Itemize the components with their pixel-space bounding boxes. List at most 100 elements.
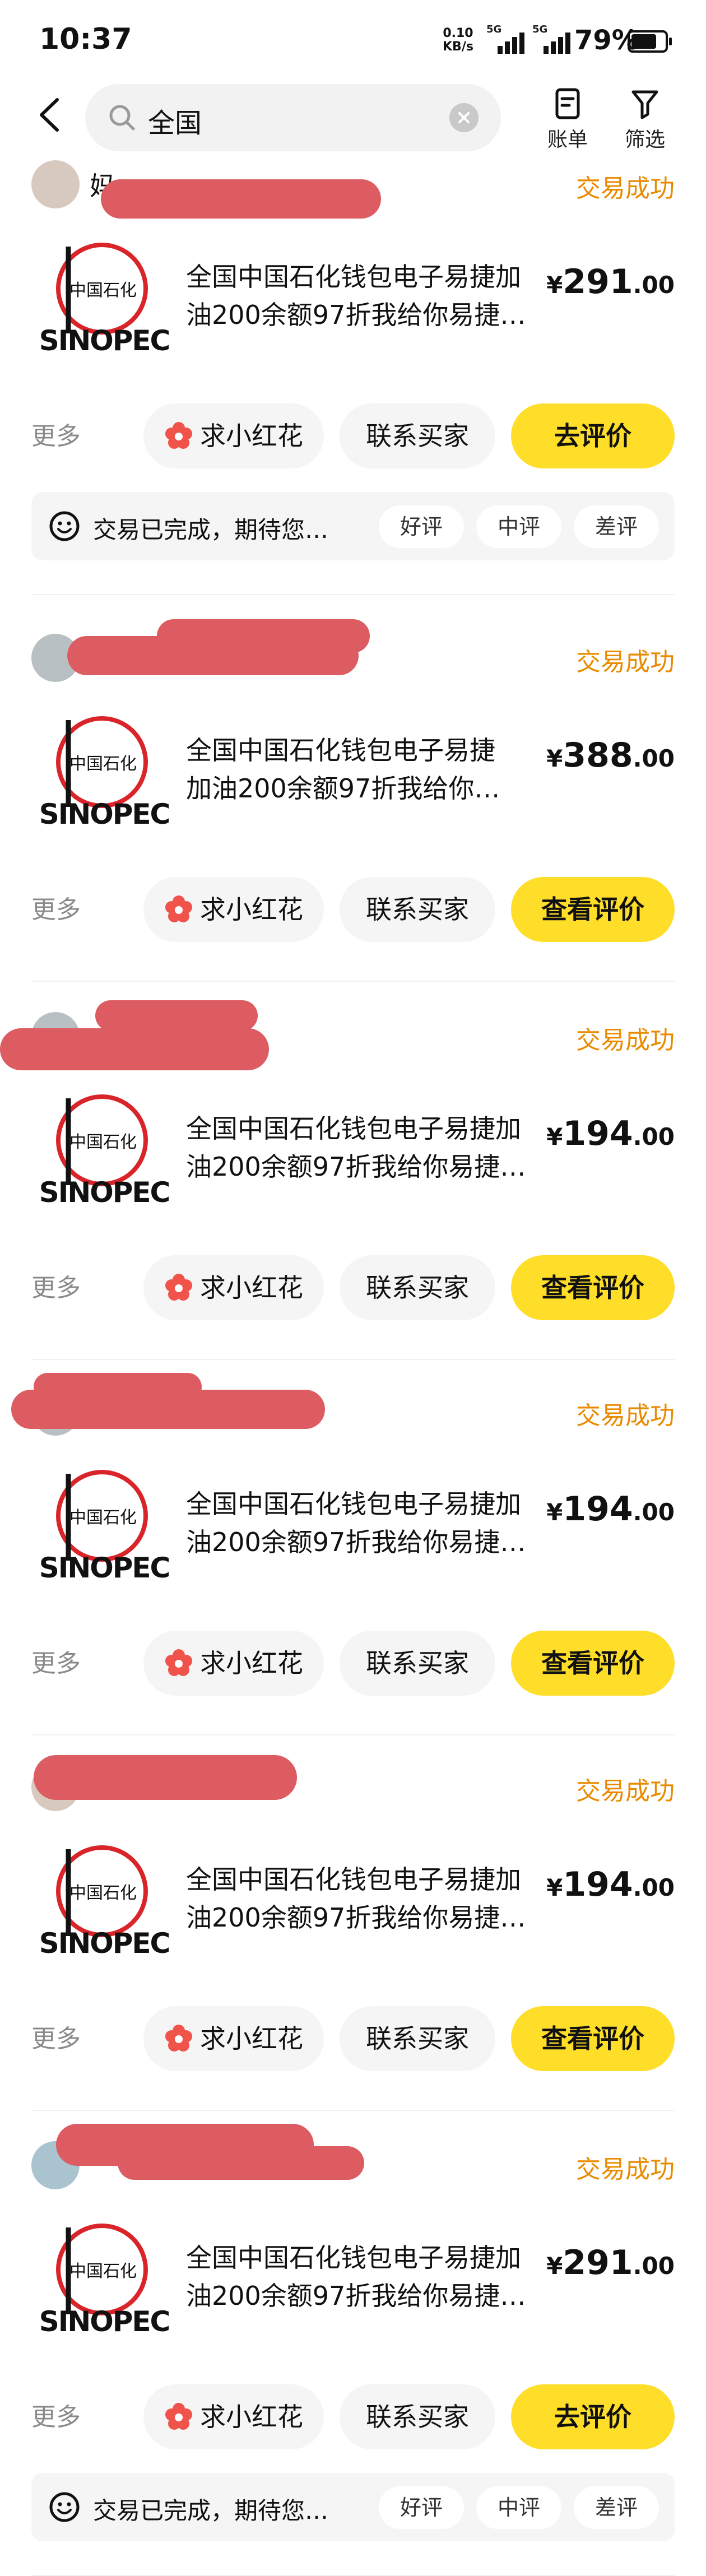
- order-price: ¥388.00: [546, 736, 675, 775]
- clear-icon[interactable]: [449, 103, 479, 132]
- more-button[interactable]: 更多: [31, 2018, 81, 2054]
- top-bar: 全国 账单 筛选: [0, 84, 706, 157]
- contact-buyer-button[interactable]: 联系买家: [340, 1255, 495, 1320]
- ask-flower-label: 求小红花: [200, 1648, 303, 1678]
- flower-icon: [165, 1273, 192, 1301]
- product-title[interactable]: 全国中国石化钱包电子易捷加 油200余额97折我给你易捷…: [186, 258, 545, 334]
- filter-button[interactable]: 筛选: [614, 84, 676, 157]
- ask-flower-label: 求小红花: [200, 1273, 303, 1303]
- svg-text:SINOPEC: SINOPEC: [39, 1927, 169, 1960]
- ask-flower-button[interactable]: 求小红花: [143, 403, 324, 468]
- rate-good-button[interactable]: 好评: [379, 505, 464, 548]
- order-price: ¥194.00: [546, 1865, 675, 1904]
- product-title-line-2: 油200余额97折我给你易捷…: [186, 2281, 526, 2311]
- product-title[interactable]: 全国中国石化钱包电子易捷加 油200余额97折我给你易捷…: [186, 1860, 545, 1937]
- product-thumbnail[interactable]: 中国石化 SINOPEC: [35, 1838, 169, 1972]
- buyer-avatar[interactable]: [31, 160, 80, 208]
- product-thumbnail[interactable]: 中国石化 SINOPEC: [35, 1463, 169, 1597]
- product-title-line-1: 全国中国石化钱包电子易捷加: [186, 1864, 521, 1895]
- contact-buyer-button[interactable]: 联系买家: [340, 403, 495, 468]
- net-speed-value: 0.10: [443, 26, 473, 40]
- product-title[interactable]: 全国中国石化钱包电子易捷加 油200余额97折我给你易捷…: [186, 1110, 545, 1186]
- price-decimal: .00: [633, 271, 675, 299]
- ask-flower-button[interactable]: 求小红花: [143, 877, 324, 942]
- order-status: 交易成功: [576, 2155, 675, 2184]
- redaction-mark: [95, 1000, 258, 1031]
- ask-flower-label: 求小红花: [200, 2023, 303, 2054]
- product-title[interactable]: 全国中国石化钱包电子易捷 加油200余额97折我给你…: [186, 731, 545, 807]
- svg-text:中国石化: 中国石化: [69, 281, 137, 300]
- bill-icon: [555, 88, 580, 119]
- redaction-mark: [101, 179, 381, 219]
- flower-icon: [165, 2024, 192, 2051]
- card-divider: [31, 594, 675, 595]
- review-button[interactable]: 查看评价: [511, 1631, 675, 1696]
- review-button[interactable]: 查看评价: [511, 2006, 675, 2071]
- more-button[interactable]: 更多: [31, 1268, 81, 1303]
- more-button[interactable]: 更多: [31, 889, 81, 925]
- card-divider: [31, 2110, 675, 2111]
- price-decimal: .00: [633, 1874, 675, 1901]
- ask-flower-button[interactable]: 求小红花: [143, 1255, 324, 1320]
- contact-buyer-button[interactable]: 联系买家: [340, 1631, 495, 1696]
- rate-neutral-button[interactable]: 中评: [476, 2486, 561, 2529]
- search-bar[interactable]: 全国: [85, 84, 501, 151]
- ask-flower-button[interactable]: 求小红花: [143, 2384, 324, 2449]
- review-button[interactable]: 去评价: [511, 403, 675, 468]
- net-speed: 0.10 KB/s: [443, 27, 473, 54]
- sinopec-logo: 中国石化 SINOPEC: [35, 2224, 169, 2351]
- rate-bad-button[interactable]: 差评: [574, 2486, 659, 2529]
- smiley-icon: [49, 2492, 80, 2522]
- redaction-mark: [34, 1373, 202, 1401]
- product-thumbnail[interactable]: 中国石化 SINOPEC: [35, 709, 169, 843]
- signal-icon: 5G: [486, 24, 526, 54]
- product-title-line-2: 油200余额97折我给你易捷…: [186, 300, 526, 330]
- ask-flower-label: 求小红花: [200, 421, 303, 451]
- order-status: 交易成功: [576, 648, 675, 676]
- order-status: 交易成功: [576, 1777, 675, 1805]
- rate-neutral-button[interactable]: 中评: [476, 505, 561, 548]
- ask-flower-button[interactable]: 求小红花: [143, 2006, 324, 2071]
- contact-buyer-button[interactable]: 联系买家: [340, 2006, 495, 2071]
- price-decimal: .00: [633, 2252, 675, 2280]
- svg-text:SINOPEC: SINOPEC: [39, 1176, 169, 1209]
- product-thumbnail[interactable]: 中国石化 SINOPEC: [35, 235, 169, 370]
- product-title-line-1: 全国中国石化钱包电子易捷: [186, 735, 495, 765]
- more-button[interactable]: 更多: [31, 416, 81, 452]
- card-divider: [31, 981, 675, 982]
- card-divider: [31, 1734, 675, 1735]
- contact-buyer-button[interactable]: 联系买家: [340, 2384, 495, 2449]
- redaction-mark: [118, 2146, 364, 2180]
- review-button[interactable]: 去评价: [511, 2384, 675, 2449]
- order-status: 交易成功: [576, 174, 675, 203]
- order-status: 交易成功: [576, 1026, 675, 1055]
- price-decimal: .00: [633, 745, 675, 772]
- price-currency: ¥: [546, 271, 563, 299]
- order-price: ¥194.00: [546, 1114, 675, 1153]
- price-integer: 388: [563, 736, 633, 775]
- product-title[interactable]: 全国中国石化钱包电子易捷加 油200余额97折我给你易捷…: [186, 1485, 545, 1561]
- review-button[interactable]: 查看评价: [511, 877, 675, 942]
- product-thumbnail[interactable]: 中国石化 SINOPEC: [35, 1087, 169, 1222]
- bill-button[interactable]: 账单: [537, 84, 598, 157]
- review-button[interactable]: 查看评价: [511, 1255, 675, 1320]
- price-integer: 194: [563, 1865, 633, 1904]
- contact-buyer-button[interactable]: 联系买家: [340, 877, 495, 942]
- flower-icon: [165, 2402, 192, 2430]
- rate-good-button[interactable]: 好评: [379, 2486, 464, 2529]
- rate-bad-button[interactable]: 差评: [574, 505, 659, 548]
- product-title[interactable]: 全国中国石化钱包电子易捷加 油200余额97折我给你易捷…: [186, 2239, 545, 2315]
- ask-flower-button[interactable]: 求小红花: [143, 1631, 324, 1696]
- chevron-left-icon[interactable]: [31, 95, 71, 134]
- svg-text:中国石化: 中国石化: [69, 1883, 137, 1903]
- svg-text:SINOPEC: SINOPEC: [39, 324, 169, 357]
- search-input[interactable]: 全国: [148, 101, 202, 140]
- product-title-line-2: 油200余额97折我给你易捷…: [186, 1902, 526, 1933]
- more-button[interactable]: 更多: [31, 2397, 81, 2433]
- product-thumbnail[interactable]: 中国石化 SINOPEC: [35, 2216, 169, 2351]
- product-title-line-2: 油200余额97折我给你易捷…: [186, 1152, 526, 1182]
- price-integer: 291: [563, 262, 633, 301]
- more-button[interactable]: 更多: [31, 1643, 81, 1679]
- svg-text:中国石化: 中国石化: [69, 2262, 137, 2281]
- svg-text:SINOPEC: SINOPEC: [39, 1552, 169, 1584]
